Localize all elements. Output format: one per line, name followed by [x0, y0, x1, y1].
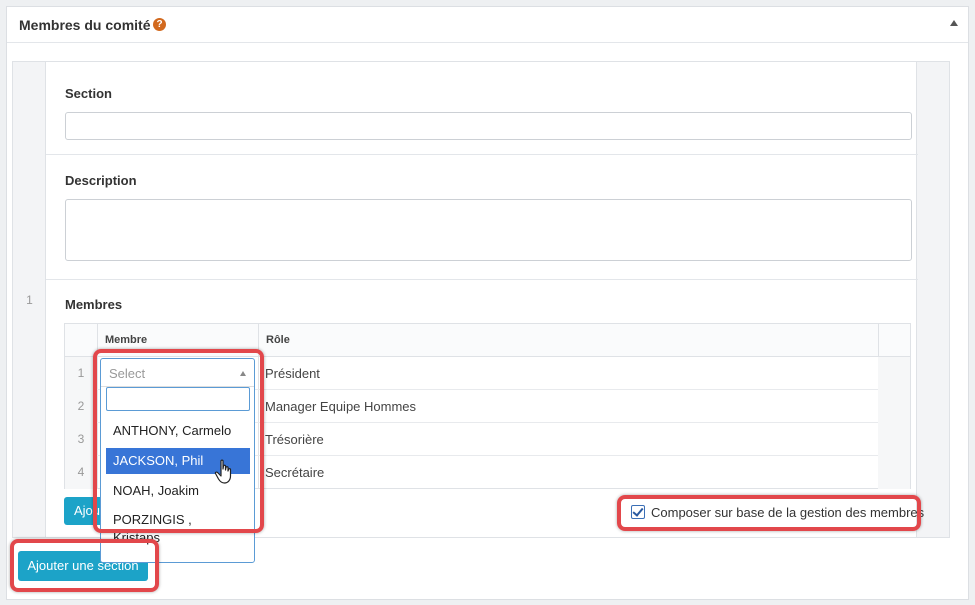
section-index: 1	[26, 293, 33, 307]
column-header-actions	[878, 324, 910, 357]
row-index: 3	[65, 423, 97, 456]
panel-header[interactable]: Membres du comité ?	[7, 7, 968, 43]
row-role: Président	[265, 366, 320, 381]
description-textarea[interactable]	[65, 199, 912, 261]
section-actions-column	[916, 62, 949, 537]
column-header-role: Rôle	[258, 324, 878, 357]
member-select[interactable]: Select	[101, 359, 254, 387]
dropdown-option[interactable]: ANTHONY, Carmelo	[106, 417, 250, 445]
caret-up-icon	[240, 371, 246, 376]
section-label: Section	[65, 86, 112, 101]
compose-option[interactable]: Composer sur base de la gestion des memb…	[618, 497, 924, 527]
column-header-member: Membre	[97, 324, 258, 357]
compose-checkbox[interactable]	[631, 505, 645, 519]
divider	[46, 279, 918, 280]
section-input[interactable]	[65, 112, 912, 140]
row-index: 4	[65, 456, 97, 489]
row-index: 2	[65, 390, 97, 423]
collapse-icon[interactable]	[950, 20, 958, 26]
members-label: Membres	[65, 297, 123, 312]
row-role: Trésorière	[265, 432, 324, 447]
row-action-cell[interactable]	[878, 357, 910, 390]
row-action-cell[interactable]	[878, 423, 910, 456]
row-index: 1	[65, 357, 97, 390]
select-placeholder: Select	[109, 366, 146, 381]
section-index-column: 1	[13, 62, 46, 537]
column-header-index	[65, 324, 97, 357]
row-role: Secrétaire	[265, 465, 325, 480]
member-search-input[interactable]	[106, 387, 250, 411]
row-action-cell[interactable]	[878, 456, 910, 489]
hand-cursor-icon	[214, 459, 232, 484]
row-role: Manager Equipe Hommes	[265, 399, 417, 414]
help-icon[interactable]: ?	[153, 18, 166, 31]
compose-label: Composer sur base de la gestion des memb…	[651, 505, 925, 520]
description-label: Description	[65, 173, 137, 188]
panel-title: Membres du comité	[19, 17, 151, 33]
divider	[46, 154, 918, 155]
dropdown-option[interactable]: PORZINGIS , Kristaps	[106, 511, 216, 547]
row-action-cell[interactable]	[878, 390, 910, 423]
